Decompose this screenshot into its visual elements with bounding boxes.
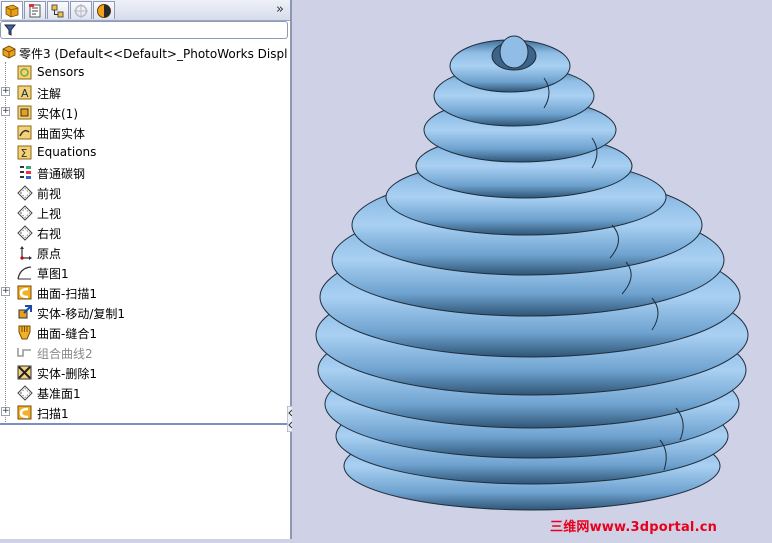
feature-manager-icon — [5, 4, 19, 17]
configuration-manager-icon — [51, 4, 64, 17]
tree-item[interactable]: Sensors — [0, 62, 288, 82]
tree-item[interactable]: 原点 — [0, 242, 288, 262]
expand-toggle[interactable]: + — [1, 287, 10, 296]
part-icon — [2, 45, 16, 59]
tree-root-part[interactable]: 零件3 (Default<<Default>_PhotoWorks Displa — [0, 42, 288, 62]
surface-sweep-icon — [17, 285, 32, 300]
tree-item-label: 注解 — [37, 87, 62, 101]
equations-icon: Σ — [17, 145, 32, 160]
configuration-manager-tab[interactable] — [47, 1, 69, 19]
tree-item[interactable]: 前视 — [0, 182, 288, 202]
tree-root-label: 零件3 (Default<<Default>_PhotoWorks Displa — [19, 47, 288, 61]
tree-item[interactable]: + 扫描1 — [0, 402, 288, 422]
tree-item[interactable]: 实体-删除1 — [0, 362, 288, 382]
filter-icon — [4, 24, 16, 36]
tree-item[interactable]: 曲面实体 — [0, 122, 288, 142]
sensors-icon — [17, 65, 32, 80]
plane-icon — [17, 205, 33, 221]
tree-item[interactable]: Σ Equations — [0, 142, 288, 162]
tree-item[interactable]: 基准面1 — [0, 382, 288, 402]
sketch-icon — [17, 266, 32, 280]
tree-item-label: 普通碳钢 — [37, 167, 86, 181]
tree-item-label: 上视 — [37, 207, 62, 221]
dimxpert-manager-tab[interactable] — [70, 1, 92, 19]
tree-item-label: 曲面实体 — [37, 127, 86, 141]
tree-item-label: Equations — [37, 145, 97, 159]
expand-toggle[interactable]: + — [1, 87, 10, 96]
material-icon — [20, 166, 31, 179]
coil-rings — [315, 35, 749, 511]
spiral-model — [315, 35, 749, 511]
tree-item-label: 前视 — [37, 187, 62, 201]
feature-manager-tab[interactable] — [1, 1, 23, 19]
solid-bodies-icon — [17, 105, 32, 120]
tree-item[interactable]: 曲面-缝合1 — [0, 322, 288, 342]
feature-manager-pane: » 零件3 (Default<<Default>_PhotoWorks Disp… — [0, 0, 290, 539]
tree-item[interactable]: 实体-移动/复制1 — [0, 302, 288, 322]
tree-item-label: 组合曲线2 — [37, 347, 93, 361]
plane-icon — [17, 185, 33, 201]
tree-item-label: 实体-删除1 — [37, 367, 97, 381]
tree-filter-field[interactable] — [0, 21, 288, 39]
tree-item[interactable]: + 曲面-扫描1 — [0, 282, 288, 302]
surface-bodies-icon — [17, 125, 32, 140]
manager-tabs-toolbar: » — [0, 0, 290, 21]
display-manager-icon — [97, 3, 111, 18]
tree-item-label: 扫描1 — [37, 407, 69, 421]
composite-curve-icon — [17, 348, 31, 357]
tree-item-label: 基准面1 — [37, 387, 81, 401]
tree-item[interactable]: + A 注解 — [0, 82, 288, 102]
tree-item[interactable]: 上视 — [0, 202, 288, 222]
tree-item[interactable]: 组合曲线2 — [0, 342, 288, 362]
tree-item[interactable]: 普通碳钢 — [0, 162, 288, 182]
tree-item[interactable]: + 实体(1) — [0, 102, 288, 122]
sweep-icon — [17, 405, 32, 420]
dimxpert-icon — [74, 3, 88, 18]
tree-item-label: 实体-移动/复制1 — [37, 307, 126, 321]
plane-icon — [17, 225, 33, 241]
tree-item[interactable]: 右视 — [0, 222, 288, 242]
knit-icon — [18, 325, 31, 340]
watermark-text: 三维网www.3dportal.cn — [550, 520, 718, 535]
tree-item-label: Sensors — [37, 65, 85, 79]
display-manager-tab[interactable] — [93, 1, 115, 19]
expand-toggle[interactable]: + — [1, 107, 10, 116]
svg-text:Σ: Σ — [21, 147, 28, 160]
annotations-icon: A — [17, 85, 32, 100]
origin-icon — [20, 246, 32, 260]
tree-item-label: 实体(1) — [37, 107, 78, 121]
tree-item-label: 曲面-缝合1 — [37, 327, 97, 341]
move-copy-icon — [18, 305, 32, 319]
expand-toggle[interactable]: + — [1, 407, 10, 416]
graphics-viewport[interactable] — [292, 0, 772, 539]
collapse-pane-button[interactable]: » — [276, 1, 284, 19]
tree-item-label: 右视 — [37, 227, 62, 241]
plane-icon — [17, 385, 33, 401]
feature-tree: 零件3 (Default<<Default>_PhotoWorks Displa… — [0, 40, 288, 424]
svg-text:A: A — [21, 87, 29, 100]
pane-divider — [0, 423, 290, 425]
delete-body-icon — [17, 365, 32, 380]
tree-item-label: 草图1 — [37, 267, 69, 281]
tree-item[interactable]: 草图1 — [0, 262, 288, 282]
tree-item-label: 原点 — [37, 247, 62, 261]
property-manager-icon — [29, 3, 41, 17]
tree-item-label: 曲面-扫描1 — [37, 287, 97, 301]
property-manager-tab[interactable] — [24, 1, 46, 19]
